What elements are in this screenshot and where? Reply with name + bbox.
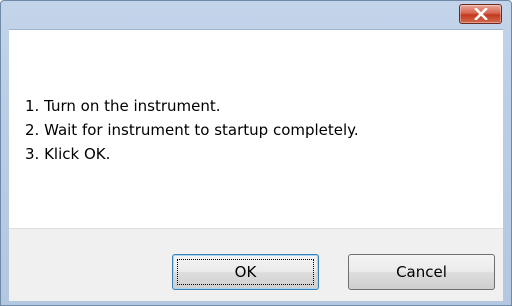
focus-rectangle	[177, 259, 314, 285]
cancel-button-label: Cancel	[396, 263, 447, 281]
instruction-line-2: 2. Wait for instrument to startup comple…	[25, 121, 359, 139]
instruction-message: 1. Turn on the instrument. 2. Wait for i…	[25, 94, 359, 166]
dialog-window: 1. Turn on the instrument. 2. Wait for i…	[0, 0, 512, 306]
title-bar[interactable]	[1, 1, 511, 29]
button-bar: OK Cancel	[9, 228, 503, 301]
cancel-button[interactable]: Cancel	[348, 254, 495, 290]
close-x-icon	[473, 8, 488, 20]
ok-button[interactable]: OK	[172, 254, 319, 290]
instruction-line-3: 3. Klick OK.	[25, 145, 111, 163]
message-panel: 1. Turn on the instrument. 2. Wait for i…	[9, 30, 503, 228]
close-button[interactable]	[459, 4, 502, 24]
dialog-client-area: 1. Turn on the instrument. 2. Wait for i…	[9, 29, 503, 301]
instruction-line-1: 1. Turn on the instrument.	[25, 97, 221, 115]
